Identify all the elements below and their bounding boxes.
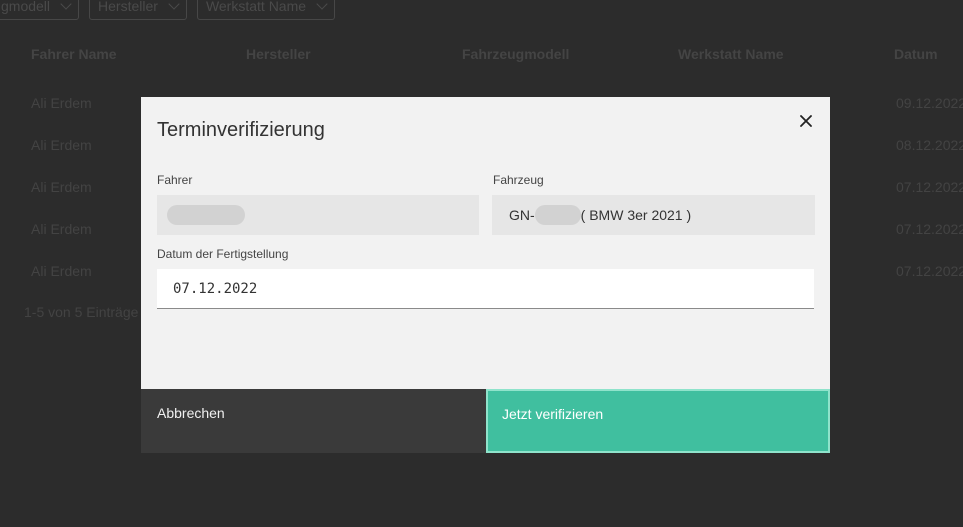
cell-date: 07.12.2022 [896,221,963,237]
table-header: Fahrer Name Hersteller Fahrzeugmodell We… [0,46,963,66]
modal-title: Terminverifizierung [157,119,325,141]
column-header-datum[interactable]: Datum [894,46,938,62]
chevron-down-icon [168,0,180,10]
filter-fahrzeugmodell[interactable]: gmodell [0,0,80,20]
verify-button[interactable]: Jetzt verifizieren [486,389,830,453]
vehicle-plate-prefix: GN- [509,207,535,223]
verification-modal: Terminverifizierung Fahrer Fahrzeug GN- … [141,97,830,453]
cell-driver: Ali Erdem [31,137,92,153]
redacted-plate [534,205,581,225]
driver-field [157,195,479,235]
redacted-driver-name [167,205,245,225]
completion-date-input[interactable] [157,269,814,309]
pagination-info: 1-5 von 5 Einträge [24,304,139,320]
vehicle-label: Fahrzeug [493,173,544,187]
modal-footer: Abbrechen Jetzt verifizieren [141,389,830,453]
cell-date: 07.12.2022 [896,263,963,279]
completion-date-label: Datum der Fertigstellung [157,247,289,261]
column-header-hersteller[interactable]: Hersteller [246,46,311,62]
cell-driver: Ali Erdem [31,179,92,195]
filter-label: Werkstatt Name [205,0,307,14]
vehicle-field: GN- ( BMW 3er 2021 ) [492,195,815,235]
cell-date: 07.12.2022 [896,179,963,195]
chevron-down-icon [60,0,72,10]
vehicle-model: ( BMW 3er 2021 ) [580,207,692,223]
filter-label: gmodell [1,0,51,14]
cell-driver: Ali Erdem [31,95,92,111]
chevron-down-icon [316,0,328,10]
cell-driver: Ali Erdem [31,263,92,279]
column-header-fahrer-name[interactable]: Fahrer Name [31,46,117,62]
cell-driver: Ali Erdem [31,221,92,237]
filter-werkstatt-name[interactable]: Werkstatt Name [196,0,336,20]
close-button[interactable] [796,111,816,131]
filter-hersteller[interactable]: Hersteller [89,0,187,20]
vehicle-value: GN- ( BMW 3er 2021 ) [509,205,691,225]
cell-date: 09.12.2022 [896,95,963,111]
close-icon [800,115,812,127]
filter-bar: gmodell Hersteller Werkstatt Name [0,0,336,20]
column-header-werkstatt-name[interactable]: Werkstatt Name [678,46,784,62]
cell-date: 08.12.2022 [896,137,963,153]
driver-label: Fahrer [157,173,193,187]
cancel-button[interactable]: Abbrechen [141,389,486,453]
column-header-fahrzeugmodell[interactable]: Fahrzeugmodell [462,46,569,62]
filter-label: Hersteller [98,0,158,14]
